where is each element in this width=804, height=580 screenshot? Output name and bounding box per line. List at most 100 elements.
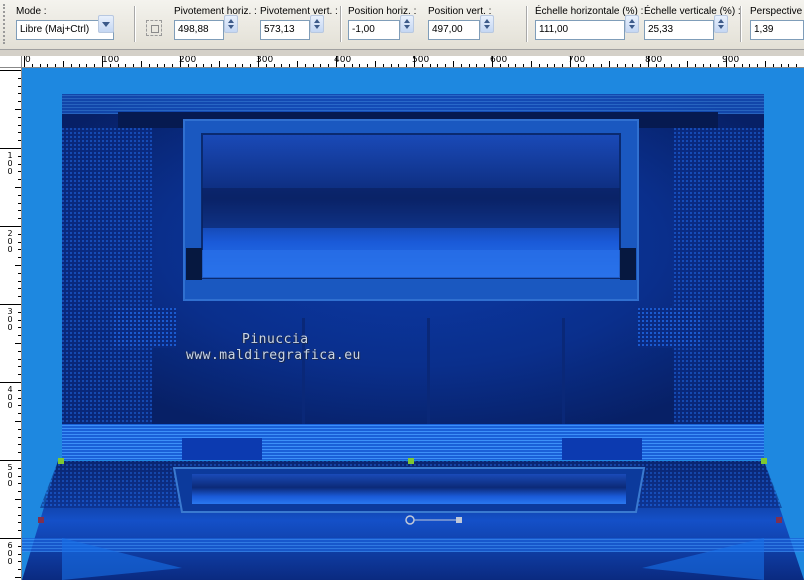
ruler-tick xyxy=(476,64,478,67)
rotation-handle[interactable] xyxy=(456,517,462,523)
ruler-tick xyxy=(18,140,21,142)
transform-handle[interactable] xyxy=(761,458,767,464)
pos-vert-spinner-icon[interactable] xyxy=(480,15,494,33)
ruler-tick xyxy=(671,64,673,67)
ruler-tick xyxy=(336,56,337,67)
toolbar-grip[interactable] xyxy=(3,4,7,44)
ruler-tick xyxy=(554,64,556,67)
ruler-tick xyxy=(18,210,21,212)
ruler-tick xyxy=(679,64,681,67)
ruler-tick xyxy=(18,397,21,399)
pos-horiz-input[interactable]: -1,00 xyxy=(348,20,400,40)
ruler-tick xyxy=(382,64,384,67)
ruler-tick xyxy=(195,64,197,67)
ruler-tick xyxy=(15,109,21,110)
ruler-tick xyxy=(0,304,21,305)
ruler-tick xyxy=(359,64,361,67)
ruler-tick xyxy=(15,421,21,422)
ruler-tick xyxy=(18,280,21,282)
ruler-tick xyxy=(211,64,213,67)
toolbar-separator xyxy=(740,6,742,42)
pivot-horiz-spinner-icon[interactable] xyxy=(224,15,238,33)
ruler-tick xyxy=(18,530,21,532)
ruler-tick xyxy=(390,64,392,67)
ruler-tick xyxy=(203,64,205,67)
ruler-tick xyxy=(453,61,454,67)
ruler-tick xyxy=(687,61,688,67)
ruler-label: 3 0 0 xyxy=(7,307,13,332)
ruler-tick xyxy=(78,64,80,67)
ruler-tick xyxy=(24,56,25,67)
ruler-tick xyxy=(141,61,142,67)
ruler-tick xyxy=(47,64,49,67)
ruler-tick xyxy=(18,101,21,103)
ruler-tick xyxy=(780,64,782,67)
ruler-tick xyxy=(538,64,540,67)
ruler-tick xyxy=(328,64,330,67)
ruler-label: 4 0 0 xyxy=(7,385,13,410)
ruler-tick xyxy=(398,64,400,67)
ruler-tick xyxy=(18,272,21,274)
pivot-vert-label: Pivotement vert. : xyxy=(260,6,338,17)
ruler-tick xyxy=(86,64,88,67)
pivot-vert-input[interactable]: 573,13 xyxy=(260,20,310,40)
pos-horiz-spinner-icon[interactable] xyxy=(400,15,414,33)
ruler-tick xyxy=(18,358,21,360)
perspective-label: Perspective h xyxy=(750,6,804,17)
ruler-tick xyxy=(702,64,704,67)
ruler-tick xyxy=(18,389,21,391)
ruler-tick xyxy=(694,64,696,67)
scale-vert-spinner-icon[interactable] xyxy=(714,15,728,33)
ruler-tick xyxy=(18,553,21,555)
ruler-tick xyxy=(304,64,306,67)
ruler-tick xyxy=(18,85,21,87)
scale-vert-input[interactable]: 25,33 xyxy=(644,20,714,40)
scale-horiz-spinner-icon[interactable] xyxy=(625,15,639,33)
ruler-tick xyxy=(18,506,21,508)
ruler-tick xyxy=(570,56,571,67)
transform-handle[interactable] xyxy=(58,458,64,464)
ruler-tick xyxy=(663,64,665,67)
ruler-tick xyxy=(133,64,135,67)
transform-handle[interactable] xyxy=(408,458,414,464)
ruler-tick xyxy=(148,64,150,67)
ruler-tick xyxy=(414,56,415,67)
ruler-tick xyxy=(18,366,21,368)
ruler-tick xyxy=(18,444,21,446)
ruler-tick xyxy=(18,327,21,329)
ruler-tick xyxy=(757,64,759,67)
ruler-tick xyxy=(18,257,21,259)
pivot-vert-spinner-icon[interactable] xyxy=(310,15,324,33)
pivot-horiz-input[interactable]: 498,88 xyxy=(174,20,224,40)
ruler-tick xyxy=(18,475,21,477)
ruler-label: 1 0 0 xyxy=(7,151,13,176)
toolbar-separator xyxy=(526,6,528,42)
ruler-tick xyxy=(648,56,649,67)
ruler-tick xyxy=(18,163,21,165)
image-canvas[interactable]: Pinuccia www.maldiregrafica.eu xyxy=(22,68,804,580)
ruler-tick xyxy=(18,296,21,298)
ruler-tick xyxy=(772,64,774,67)
ruler-tick xyxy=(765,61,766,67)
transform-handle[interactable] xyxy=(38,517,44,523)
pos-vert-input[interactable]: 497,00 xyxy=(428,20,480,40)
ruler-tick xyxy=(343,64,345,67)
ruler-tick xyxy=(718,64,720,67)
ruler-corner xyxy=(0,56,22,68)
ruler-tick xyxy=(577,64,579,67)
ruler-tick xyxy=(15,499,21,500)
ruler-tick xyxy=(0,70,21,71)
perspective-input[interactable]: 1,39 xyxy=(750,20,804,40)
scale-horiz-input[interactable]: 111,00 xyxy=(535,20,625,40)
ruler-tick xyxy=(258,56,259,67)
mode-dropdown-arrow-icon[interactable] xyxy=(98,15,114,33)
ruler-tick xyxy=(265,64,267,67)
ruler-tick xyxy=(289,64,291,67)
ruler-tick xyxy=(421,64,423,67)
transform-handle[interactable] xyxy=(776,517,782,523)
ruler-tick xyxy=(531,61,532,67)
ruler-tick xyxy=(18,514,21,516)
ruler-tick xyxy=(18,132,21,134)
ruler-tick xyxy=(281,64,283,67)
ruler-tick xyxy=(499,64,501,67)
